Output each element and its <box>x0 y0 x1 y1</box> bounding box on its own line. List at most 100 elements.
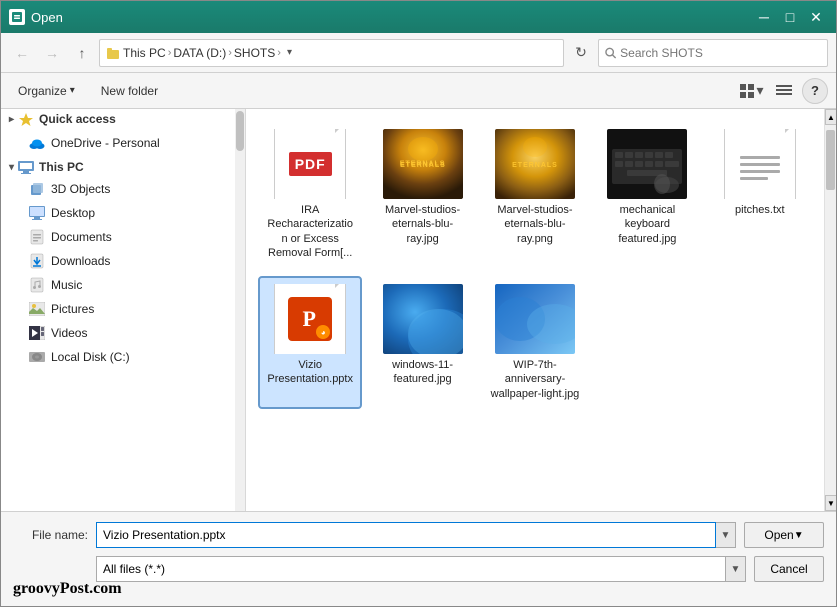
file-thumb-txt <box>720 129 800 199</box>
windows11-image <box>383 284 463 354</box>
file-name-windows11: windows-11-featured.jpg <box>378 358 468 387</box>
file-name-keyboard: mechanical keyboard featured.jpg <box>602 203 692 246</box>
desktop-icon <box>29 205 45 221</box>
open-dialog: Open ─ □ ✕ ← → ↑ This PC › DATA (D:) › S… <box>0 0 837 607</box>
file-name-pptx: Vizio Presentation.pptx <box>265 358 355 387</box>
view-dropdown-button[interactable]: ▾ <box>738 78 766 104</box>
file-thumb-pptx: P ◕ <box>270 284 350 354</box>
details-view-button[interactable] <box>770 78 798 104</box>
close-button[interactable]: ✕ <box>804 7 828 27</box>
file-name-eternals-jpg: Marvel-studios-eternals-blu-ray.jpg <box>378 203 468 246</box>
eternals-png-image: ETERNALS <box>495 129 575 199</box>
eternals-jpg-image: ETERNALS <box>383 129 463 199</box>
scrollbar-thumb[interactable] <box>826 130 835 190</box>
open-button[interactable]: Open ▼ <box>744 522 824 548</box>
cancel-button[interactable]: Cancel <box>754 556 824 582</box>
minimize-button[interactable]: ─ <box>752 7 776 27</box>
pptx-chart-icon: ◕ <box>316 325 330 339</box>
up-button[interactable]: ↑ <box>69 40 95 66</box>
quick-access-header[interactable]: ▸ Quick access <box>1 109 235 129</box>
this-pc-expand-icon: ▾ <box>9 162 14 173</box>
filetype-dropdown-button[interactable]: ▼ <box>726 556 746 582</box>
cancel-button-area: Cancel <box>754 556 824 582</box>
app-icon <box>9 9 25 25</box>
sidebar-item-documents[interactable]: Documents <box>1 225 235 249</box>
sidebar-item-desktop[interactable]: Desktop <box>1 201 235 225</box>
downloads-icon <box>29 253 45 269</box>
scroll-down-button[interactable]: ▼ <box>825 495 836 511</box>
file-panel-container: PDF IRA Recharacterization or Excess Rem… <box>246 109 836 511</box>
quick-access-expand-icon: ▸ <box>9 114 14 125</box>
txt-icon <box>724 129 796 199</box>
search-icon <box>605 47 616 59</box>
keyboard-image <box>607 129 687 199</box>
sidebar-item-downloads[interactable]: Downloads <box>1 249 235 273</box>
refresh-button[interactable]: ↻ <box>568 40 594 66</box>
maximize-button[interactable]: □ <box>778 7 802 27</box>
filetype-row: All files (*.*) ▼ Cancel <box>13 556 824 582</box>
file-item-eternals-jpg[interactable]: ETERNALS Marvel-studios-eternals-blu-ray… <box>370 121 474 268</box>
filetype-select-group: All files (*.*) ▼ <box>96 556 746 582</box>
forward-button[interactable]: → <box>39 40 65 66</box>
filename-input[interactable] <box>96 522 716 548</box>
search-box[interactable] <box>598 39 828 67</box>
bottom-bar: File name: ▼ Open ▼ All files (*.*) ▼ <box>1 511 836 606</box>
breadcrumb-data-d[interactable]: DATA (D:) <box>173 46 226 60</box>
address-bar: ← → ↑ This PC › DATA (D:) › SHOTS › ▾ ↻ <box>1 33 836 73</box>
file-item-eternals-png[interactable]: ETERNALS Marvel-studios-eternals-blu-ray… <box>483 121 587 268</box>
file-name-wip: WIP-7th-anniversary-wallpaper-light.jpg <box>490 358 580 401</box>
scroll-up-button[interactable]: ▲ <box>825 109 836 125</box>
new-folder-button[interactable]: New folder <box>92 78 167 104</box>
onedrive-icon <box>29 135 45 151</box>
file-item-txt[interactable]: pitches.txt <box>708 121 812 268</box>
filename-row: File name: ▼ Open ▼ <box>13 522 824 548</box>
sidebar-scrollbar-thumb[interactable] <box>236 111 244 151</box>
breadcrumb-this-pc[interactable]: This PC <box>123 46 166 60</box>
organize-button[interactable]: Organize ▾ <box>9 78 84 104</box>
toolbar: Organize ▾ New folder ▾ <box>1 73 836 109</box>
filetype-select[interactable]: All files (*.*) <box>96 556 726 582</box>
file-item-wip[interactable]: WIP-7th-anniversary-wallpaper-light.jpg <box>483 276 587 409</box>
file-item-pdf[interactable]: PDF IRA Recharacterization or Excess Rem… <box>258 121 362 268</box>
file-item-keyboard[interactable]: mechanical keyboard featured.jpg <box>595 121 699 268</box>
right-scrollbar: ▲ ▼ <box>824 109 836 511</box>
sidebar-item-videos[interactable]: Videos <box>1 321 235 345</box>
this-pc-header[interactable]: ▾ This PC <box>1 157 235 177</box>
file-thumb-wip <box>495 284 575 354</box>
details-view-icon <box>776 84 792 98</box>
title-bar: Open ─ □ ✕ <box>1 1 836 33</box>
file-item-pptx[interactable]: P ◕ Vizio Presentation.pptx <box>258 276 362 409</box>
local-disk-icon <box>29 349 45 365</box>
view-icon <box>740 84 756 98</box>
videos-icon <box>29 325 45 341</box>
back-button[interactable]: ← <box>9 40 35 66</box>
help-button[interactable]: ? <box>802 78 828 104</box>
sidebar-item-pictures[interactable]: Pictures <box>1 297 235 321</box>
pictures-icon <box>29 301 45 317</box>
sidebar-item-local-disk[interactable]: Local Disk (C:) <box>1 345 235 369</box>
sidebar-item-onedrive[interactable]: OneDrive - Personal <box>1 131 235 155</box>
file-panel: PDF IRA Recharacterization or Excess Rem… <box>246 109 824 511</box>
sidebar-item-music[interactable]: Music <box>1 273 235 297</box>
search-input[interactable] <box>620 46 821 60</box>
svg-text:ETERNALS: ETERNALS <box>400 162 446 169</box>
documents-icon <box>29 229 45 245</box>
music-icon <box>29 277 45 293</box>
this-pc-section: ▾ This PC <box>1 157 235 369</box>
breadcrumb[interactable]: This PC › DATA (D:) › SHOTS › ▾ <box>99 39 564 67</box>
scrollbar-thumb-area <box>825 125 836 495</box>
watermark: groovyPost.com <box>13 580 122 598</box>
onedrive-section: OneDrive - Personal <box>1 131 235 155</box>
svg-text:ETERNALS: ETERNALS <box>512 162 558 169</box>
filename-input-group: ▼ <box>96 522 736 548</box>
file-thumb-windows11 <box>383 284 463 354</box>
breadcrumb-shots[interactable]: SHOTS <box>234 46 275 60</box>
sidebar-scrollbar <box>235 109 245 511</box>
breadcrumb-dropdown[interactable]: ▾ <box>287 47 292 58</box>
file-item-windows11[interactable]: windows-11-featured.jpg <box>370 276 474 409</box>
files-grid: PDF IRA Recharacterization or Excess Rem… <box>254 117 816 413</box>
sidebar-item-3d-objects[interactable]: 3D Objects <box>1 177 235 201</box>
file-thumb-eternals-png: ETERNALS <box>495 129 575 199</box>
action-buttons: Open ▼ <box>744 522 824 548</box>
filename-dropdown-button[interactable]: ▼ <box>716 522 736 548</box>
